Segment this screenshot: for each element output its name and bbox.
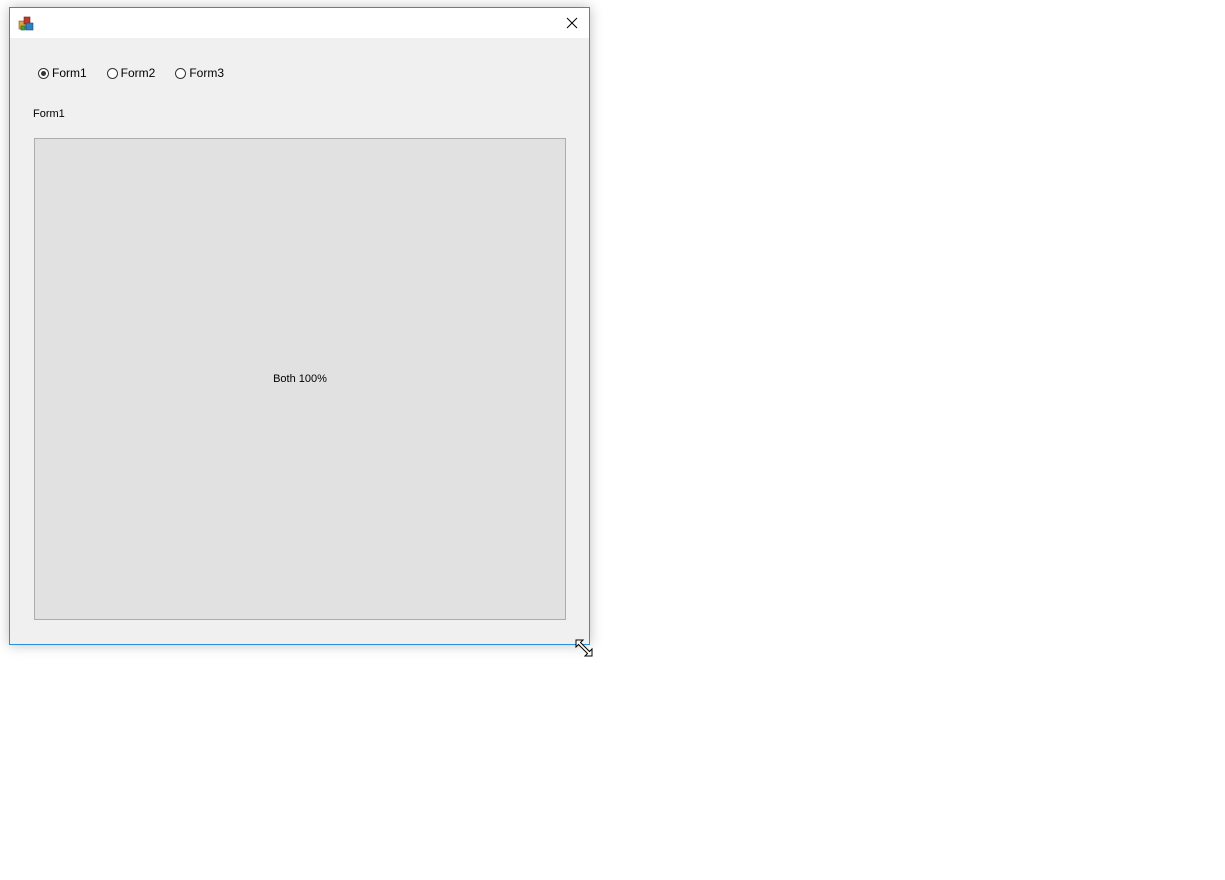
panel-text: Both 100% bbox=[273, 373, 327, 385]
close-button[interactable] bbox=[555, 8, 589, 38]
form-radio-group: Form1 Form2 Form3 bbox=[38, 64, 244, 82]
current-form-label: Form1 bbox=[33, 108, 65, 120]
radio-form3-label: Form3 bbox=[189, 66, 225, 80]
radio-form1-label: Form1 bbox=[52, 66, 87, 80]
title-bar[interactable] bbox=[10, 8, 589, 38]
radio-form3-circle[interactable] bbox=[175, 67, 187, 79]
radio-form1[interactable]: Form1 bbox=[38, 66, 87, 80]
radio-form3[interactable]: Form3 bbox=[175, 66, 224, 80]
close-icon bbox=[566, 17, 578, 29]
content-panel: Both 100% bbox=[34, 138, 566, 620]
radio-checked-dot bbox=[41, 70, 46, 76]
radio-form2-circle[interactable] bbox=[106, 67, 118, 79]
app-icon bbox=[18, 15, 35, 32]
radio-form2-label: Form2 bbox=[120, 66, 156, 80]
radio-form1-circle[interactable] bbox=[38, 67, 49, 79]
resize-diagonal-cursor-icon bbox=[575, 639, 595, 659]
app-window: Form1 Form2 Form3 Form1 Both 100% bbox=[9, 7, 590, 645]
radio-form2[interactable]: Form2 bbox=[106, 66, 156, 80]
